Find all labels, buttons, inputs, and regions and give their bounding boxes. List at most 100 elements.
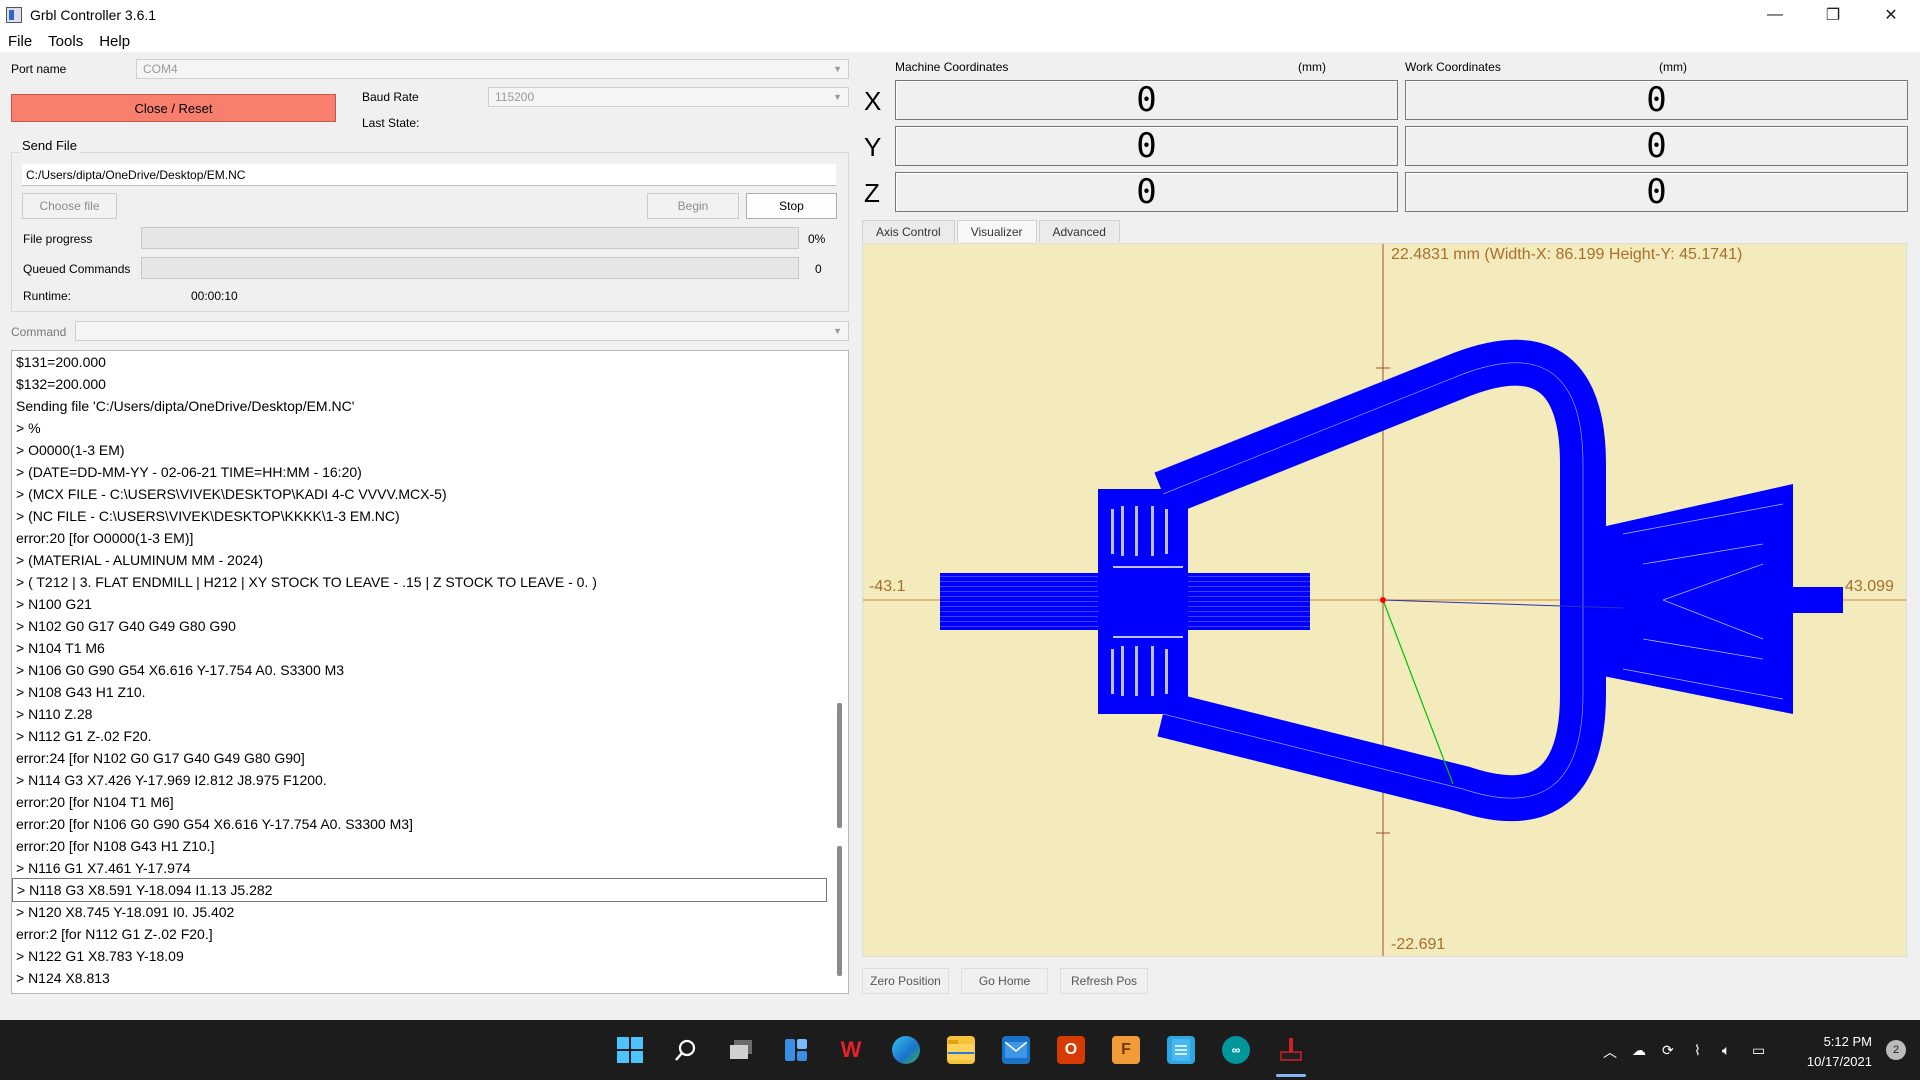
command-label: Command <box>11 325 67 339</box>
notepad-icon[interactable] <box>1167 1036 1195 1064</box>
console-line: > O0000(1-3 EM) <box>16 442 125 458</box>
console-line: > N102 G0 G17 G40 G49 G80 G90 <box>16 618 236 634</box>
console-line: > (MATERIAL - ALUMINUM MM - 2024) <box>16 552 263 568</box>
console-line: > N106 G0 G90 G54 X6.616 Y-17.754 A0. S3… <box>16 662 345 678</box>
console-line: > N112 G1 Z-.02 F20. <box>16 728 152 744</box>
close-reset-button[interactable]: Close / Reset <box>11 94 336 122</box>
console-line: error:20 [for N108 G43 H1 Z10.] <box>16 838 215 854</box>
work-coordinates-title: Work Coordinates <box>1405 60 1501 74</box>
battery-icon[interactable]: ▭ <box>1752 1042 1765 1059</box>
begin-button[interactable]: Begin <box>647 193 739 219</box>
tab-axis-control[interactable]: Axis Control <box>862 220 955 242</box>
file-progress-label: File progress <box>23 232 93 246</box>
file-progress-bar <box>141 227 799 249</box>
choose-file-button[interactable]: Choose file <box>22 193 117 219</box>
console-line: > N116 G1 X7.461 Y-17.974 <box>16 860 191 876</box>
console-line: error:24 [for N102 G0 G17 G40 G49 G80 G9… <box>16 750 305 766</box>
console-line: > (MCX FILE - C:\USERS\VIVEK\DESKTOP\KAD… <box>16 486 447 502</box>
stop-button[interactable]: Stop <box>746 193 837 219</box>
edge-browser-icon[interactable] <box>892 1036 920 1064</box>
console-line: error:20 [for N104 T1 M6] <box>16 794 174 810</box>
window-title: Grbl Controller 3.6.1 <box>30 7 157 23</box>
clock-time: 5:12 PM <box>1823 1034 1872 1049</box>
fusion-icon[interactable]: F <box>1112 1036 1140 1064</box>
go-home-button[interactable]: Go Home <box>961 968 1048 994</box>
menu-help[interactable]: Help <box>91 33 138 50</box>
windows-start-icon[interactable] <box>616 1036 644 1064</box>
console-line: $131=200.000 <box>16 354 106 370</box>
toolpath-right-shaft <box>1793 587 1843 613</box>
visualizer-dimensions: 22.4831 mm (Width-X: 86.199 Height-Y: 45… <box>1391 246 1743 263</box>
zero-position-button[interactable]: Zero Position <box>862 968 949 994</box>
chevron-down-icon: ▼ <box>833 64 842 74</box>
visualizer-max-x: 43.099 <box>1845 578 1894 595</box>
toolpath-visualizer[interactable]: 22.4831 mm (Width-X: 86.199 Height-Y: 45… <box>862 243 1907 957</box>
sync-icon[interactable]: ⟳ <box>1662 1042 1674 1059</box>
baud-rate-value: 115200 <box>495 90 535 104</box>
tab-visualizer[interactable]: Visualizer <box>956 220 1037 242</box>
axis-x-label: X <box>864 86 882 116</box>
visualizer-min-x: -43.1 <box>869 578 906 595</box>
chevron-down-icon: ▼ <box>833 326 842 336</box>
work-y-display: 0 <box>1405 126 1908 166</box>
chevron-up-icon[interactable]: ︿ <box>1603 1042 1617 1062</box>
console-line: > ( T212 | 3. FLAT ENDMILL | H212 | XY S… <box>16 574 597 590</box>
office-icon[interactable]: O <box>1057 1036 1085 1064</box>
command-input[interactable]: ▼ <box>75 321 849 341</box>
wifi-icon[interactable]: ⌇ <box>1694 1042 1701 1059</box>
toolpath-canvas <box>863 244 1906 956</box>
axis-y-label: Y <box>864 132 882 162</box>
arduino-icon[interactable]: ∞ <box>1222 1036 1250 1064</box>
console-scrollbar[interactable] <box>830 351 848 993</box>
grbl-controller-icon[interactable] <box>1277 1036 1305 1064</box>
work-coordinates-unit: (mm) <box>1659 60 1687 74</box>
console-log[interactable]: $131=200.000 $132=200.000 Sending file 'C:… <box>11 350 849 994</box>
search-icon[interactable] <box>672 1036 700 1064</box>
minimize-button[interactable]: — <box>1746 0 1804 30</box>
toolpath-right-fan <box>1593 484 1793 714</box>
file-path-field[interactable]: C:/Users/dipta/OneDrive/Desktop/EM.NC <box>22 164 836 186</box>
tab-advanced[interactable]: Advanced <box>1038 220 1120 242</box>
console-lines: $131=200.000 $132=200.000 Sending file 'C:… <box>12 351 848 989</box>
restore-button[interactable]: ❐ <box>1804 0 1862 30</box>
scrollbar-thumb-lower[interactable] <box>837 846 842 976</box>
work-z-display: 0 <box>1405 172 1908 212</box>
menu-tools[interactable]: Tools <box>40 33 91 50</box>
refresh-pos-button[interactable]: Refresh Pos <box>1060 968 1148 994</box>
console-line: > N108 G43 H1 Z10. <box>16 684 146 700</box>
console-line: > N100 G21 <box>16 596 92 612</box>
system-clock[interactable]: 5:12 PM 10/17/2021 <box>1807 1032 1872 1072</box>
machine-x-display: 0 <box>895 80 1398 120</box>
taskbar: W O F ∞ ︿ ☁ ⟳ ⌇ 🔈︎ ▭ 5:12 PM 10/17/2021 … <box>0 1020 1920 1080</box>
baud-rate-select[interactable]: 115200 ▼ <box>488 87 849 107</box>
console-line: error:2 [for N112 G1 Z-.02 F20.] <box>16 926 213 942</box>
menu-file[interactable]: File <box>0 33 40 50</box>
console-line: error:20 [for N106 G0 G90 G54 X6.616 Y-1… <box>16 816 413 832</box>
onedrive-icon[interactable]: ☁ <box>1632 1042 1646 1059</box>
wps-office-icon[interactable]: W <box>837 1036 865 1064</box>
task-view-icon[interactable] <box>727 1036 755 1064</box>
close-window-button[interactable]: ✕ <box>1862 0 1920 30</box>
scrollbar-thumb[interactable] <box>837 703 842 828</box>
queued-commands-value: 0 <box>815 262 822 276</box>
queued-commands-bar <box>141 257 799 279</box>
notification-badge[interactable]: 2 <box>1886 1040 1906 1060</box>
console-line: > (NC FILE - C:\USERS\VIVEK\DESKTOP\KKKK… <box>16 508 400 524</box>
send-file-title: Send File <box>20 138 79 153</box>
file-explorer-icon[interactable] <box>947 1036 975 1064</box>
console-line: $132=200.000 <box>16 376 106 392</box>
port-select[interactable]: COM4 ▼ <box>136 59 849 79</box>
machine-coordinates-title: Machine Coordinates <box>895 60 1009 74</box>
console-line: > (DATE=DD-MM-YY - 02-06-21 TIME=HH:MM -… <box>16 464 362 480</box>
last-state-label: Last State: <box>362 116 420 130</box>
port-value: COM4 <box>143 62 178 76</box>
app-icon <box>6 7 22 23</box>
volume-icon[interactable]: 🔈︎ <box>1722 1042 1730 1059</box>
file-progress-value: 0% <box>808 232 826 246</box>
mail-icon[interactable] <box>1002 1036 1030 1064</box>
machine-coordinates-unit: (mm) <box>1298 60 1326 74</box>
widgets-icon[interactable] <box>782 1036 810 1064</box>
console-line: Sending file 'C:/Users/dipta/OneDrive/De… <box>16 398 355 414</box>
menu-bar: File Tools Help <box>0 30 1920 52</box>
baud-rate-label: Baud Rate <box>362 90 419 104</box>
